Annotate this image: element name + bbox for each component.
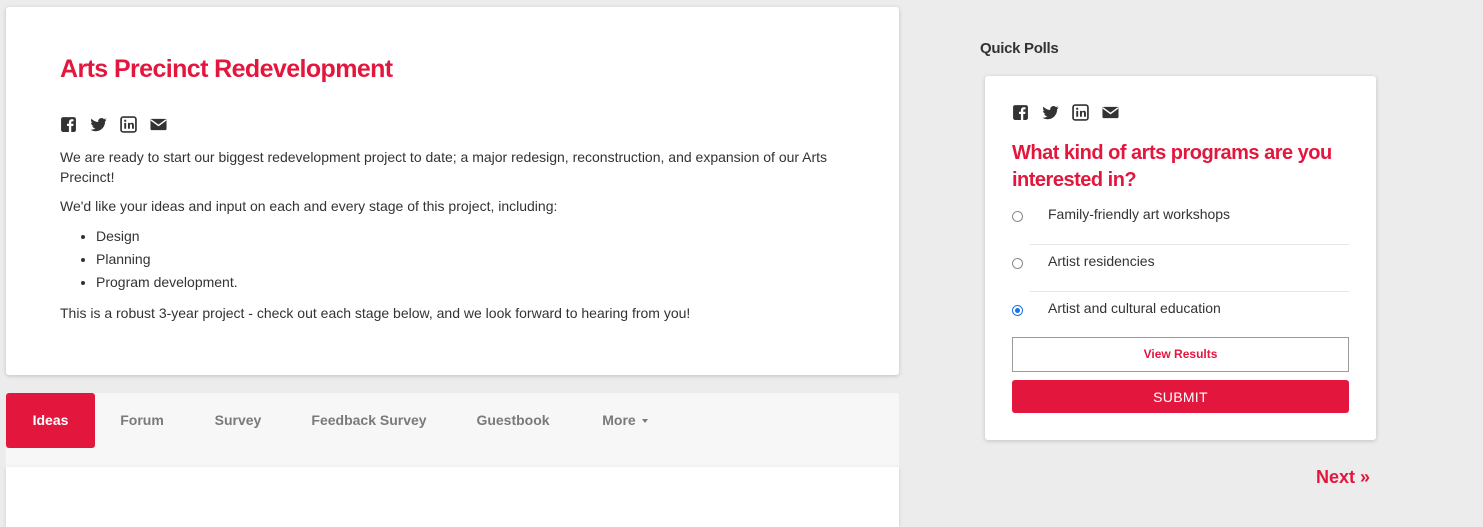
poll-option-label[interactable]: Artist and cultural education (1048, 300, 1221, 316)
tab-bar: Ideas Forum Survey Feedback Survey Guest… (6, 393, 899, 467)
list-item: Design (96, 225, 860, 248)
poll-option[interactable]: Family-friendly art workshops (1012, 199, 1349, 245)
divider (1030, 291, 1349, 292)
list-item: Program development. (96, 271, 860, 294)
share-bar (60, 116, 167, 133)
closing-paragraph: This is a robust 3-year project - check … (60, 305, 691, 321)
list-item: Planning (96, 248, 860, 271)
tab-more[interactable]: More (582, 393, 668, 448)
submit-button[interactable]: SUBMIT (1012, 380, 1349, 413)
page-title: Arts Precinct Redevelopment (60, 55, 393, 83)
divider (1030, 244, 1349, 245)
poll-question: What kind of arts programs are you inter… (1012, 142, 1332, 191)
view-results-button[interactable]: View Results (1012, 337, 1349, 372)
project-description: We are ready to start our biggest redeve… (60, 147, 860, 332)
poll-share-bar (1012, 104, 1119, 121)
email-icon[interactable] (1102, 104, 1119, 121)
email-icon[interactable] (150, 116, 167, 133)
tab-guestbook[interactable]: Guestbook (458, 393, 568, 448)
tab-feedback-survey[interactable]: Feedback Survey (294, 393, 444, 448)
prompt-paragraph: We'd like your ideas and input on each a… (60, 198, 558, 214)
polls-heading: Quick Polls (980, 40, 1059, 57)
linkedin-icon[interactable] (1072, 104, 1089, 121)
tab-more-label: More (602, 412, 636, 428)
radio-button[interactable] (1012, 211, 1023, 222)
tab-forum[interactable]: Forum (98, 393, 186, 448)
twitter-icon[interactable] (90, 116, 107, 133)
poll-option-label[interactable]: Family-friendly art workshops (1048, 206, 1230, 222)
poll-option[interactable]: Artist residencies (1012, 246, 1349, 292)
next-link[interactable]: Next » (1316, 467, 1370, 488)
linkedin-icon[interactable] (120, 116, 137, 133)
poll-option-label[interactable]: Artist residencies (1048, 253, 1155, 269)
tab-content-panel (6, 467, 899, 527)
stage-list: Design Planning Program development. (60, 225, 860, 294)
facebook-icon[interactable] (60, 116, 77, 133)
facebook-icon[interactable] (1012, 104, 1029, 121)
intro-paragraph: We are ready to start our biggest redeve… (60, 149, 828, 185)
radio-button-selected[interactable] (1012, 305, 1023, 316)
twitter-icon[interactable] (1042, 104, 1059, 121)
poll-option[interactable]: Artist and cultural education (1012, 293, 1349, 339)
project-card: Arts Precinct Redevelopment We are ready… (6, 7, 899, 375)
tab-survey[interactable]: Survey (196, 393, 280, 448)
radio-button[interactable] (1012, 258, 1023, 269)
tab-ideas[interactable]: Ideas (6, 393, 95, 448)
caret-down-icon (641, 419, 648, 424)
poll-card: What kind of arts programs are you inter… (985, 76, 1376, 440)
